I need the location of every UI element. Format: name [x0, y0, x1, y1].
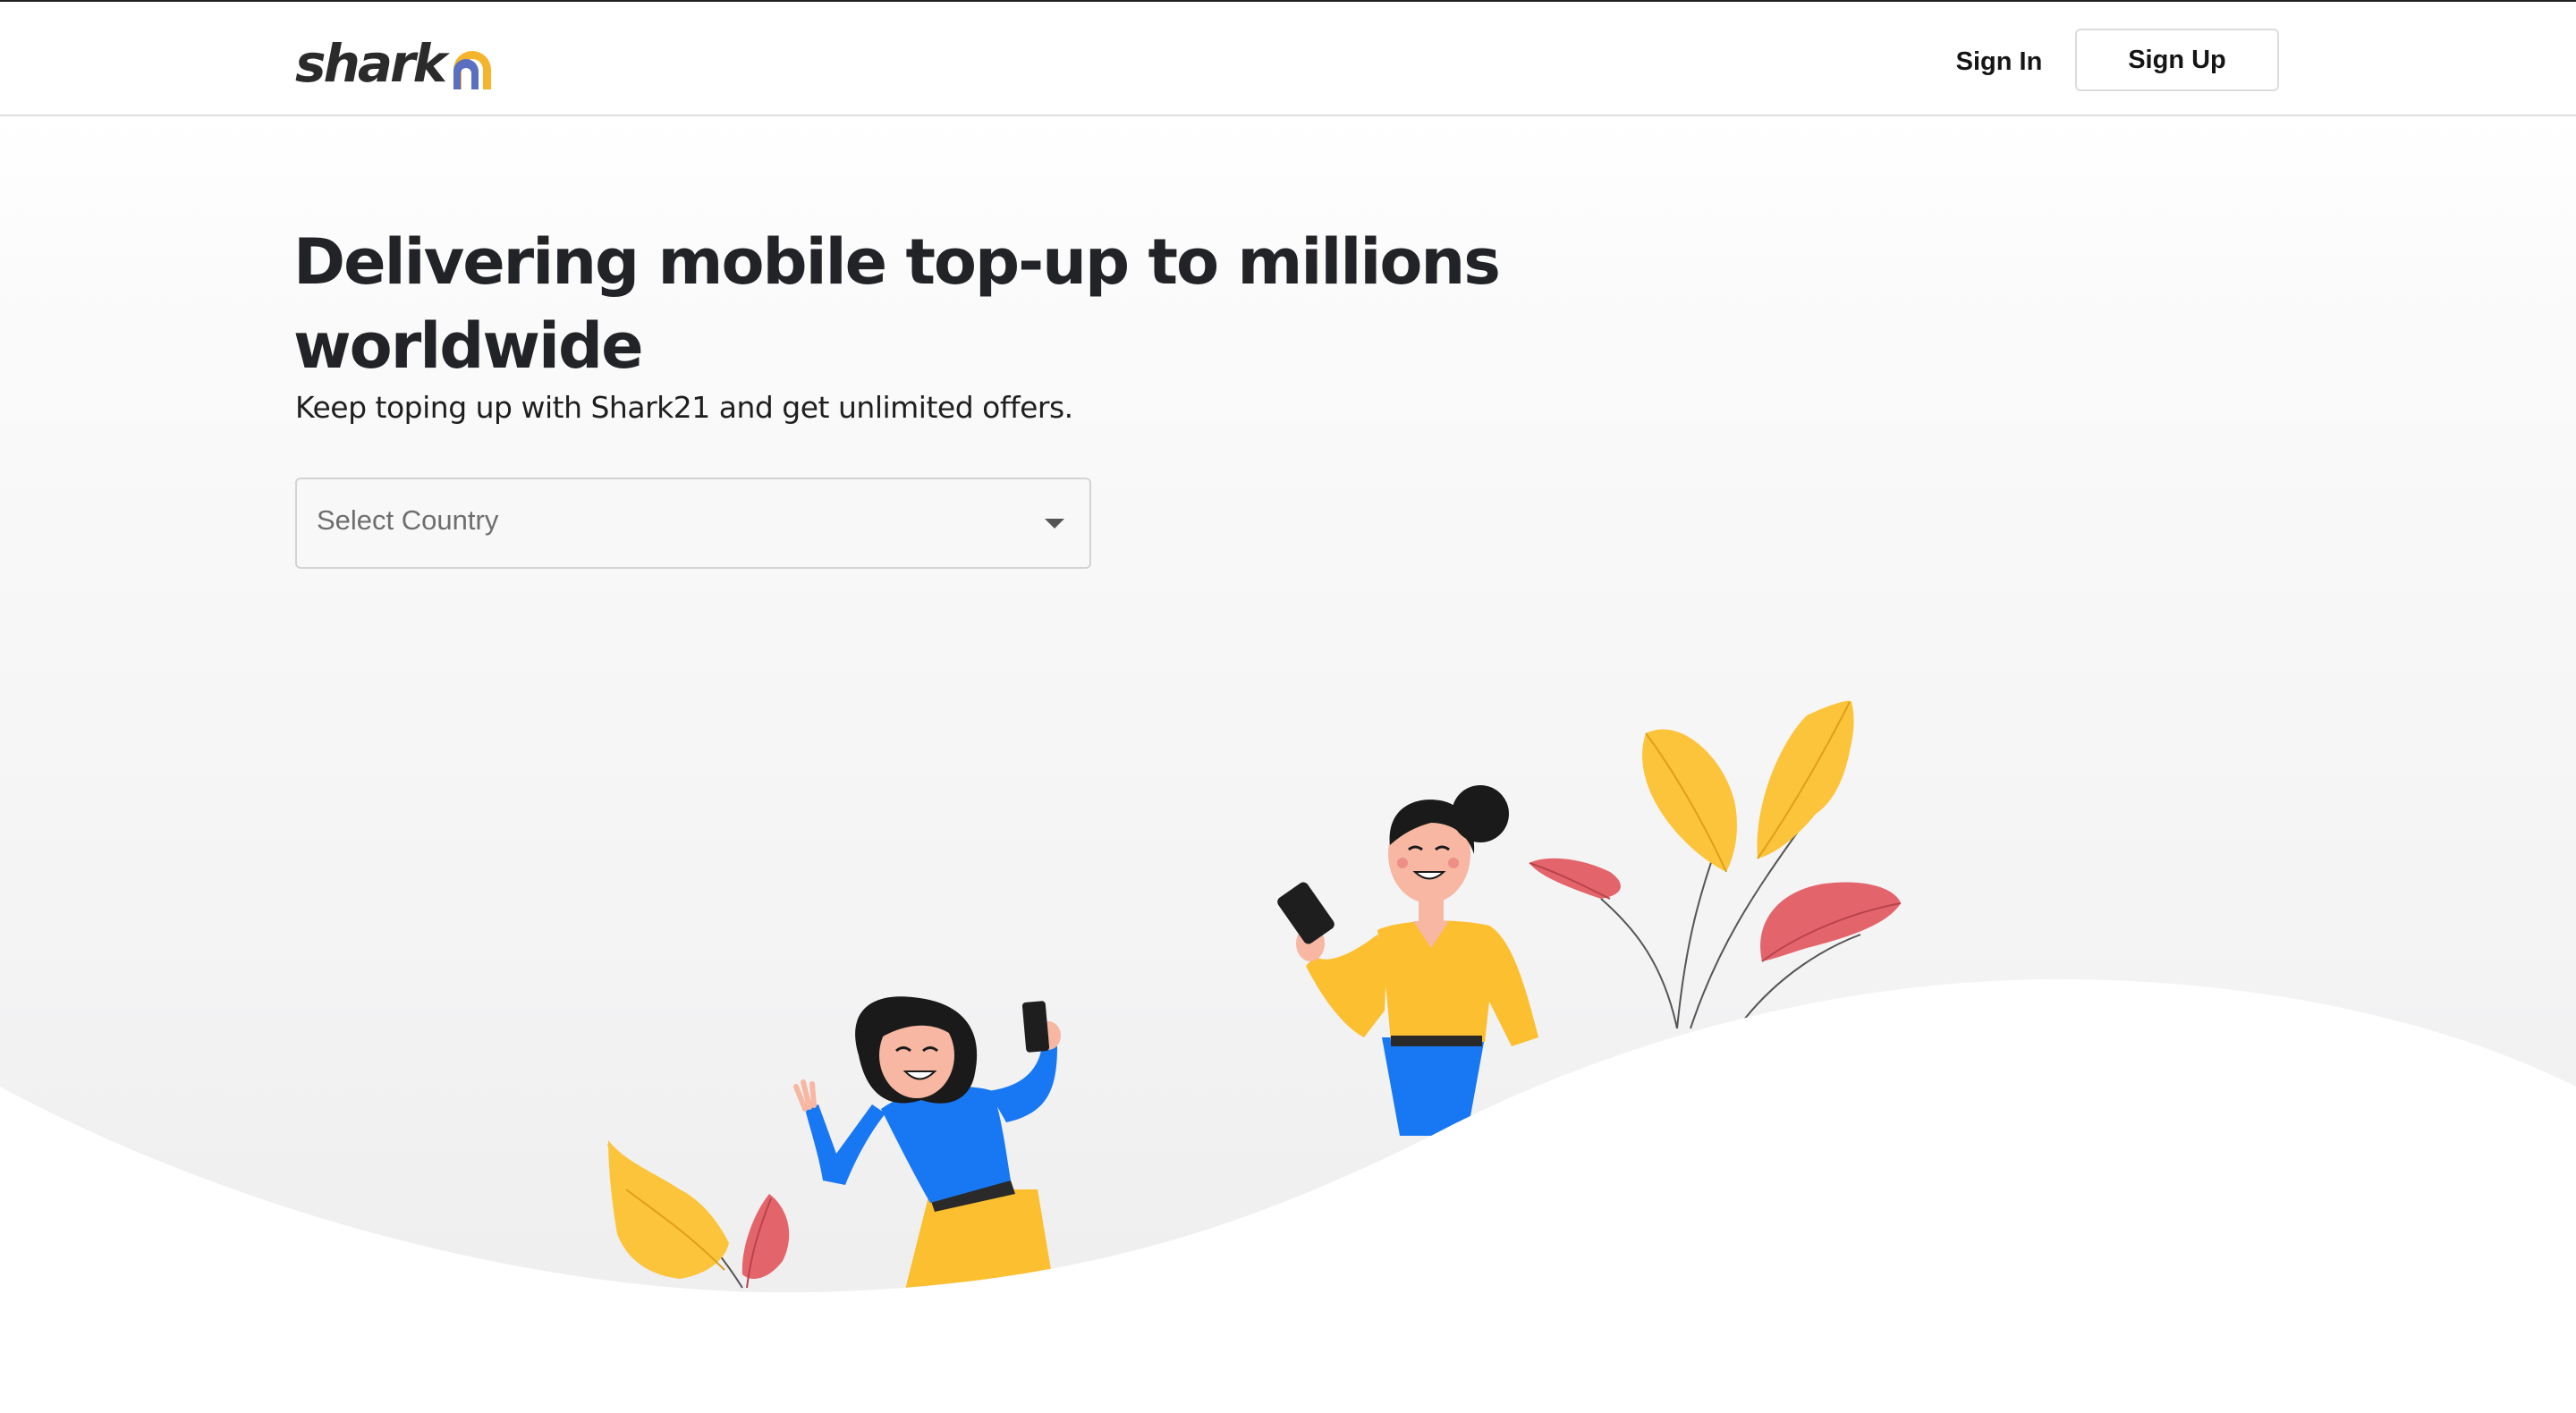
plant-left-icon	[607, 1140, 790, 1289]
wave-shape	[0, 979, 2576, 1413]
hero-illustration	[0, 700, 2576, 1413]
woman-dancing-icon	[793, 996, 1061, 1297]
woman-standing-icon	[1277, 785, 1538, 1136]
plant-right-icon	[1529, 700, 1902, 1029]
landing-page: shark Sign In Sign Up Delivering mobile …	[0, 0, 2576, 1413]
